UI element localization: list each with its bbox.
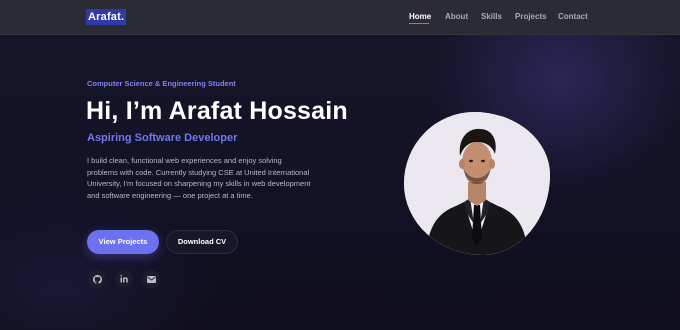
nav-item-about[interactable]: About	[445, 12, 468, 22]
hero-bio: I build clean, functional web experience…	[87, 156, 311, 200]
github-icon	[92, 274, 102, 284]
hero-eyebrow: Computer Science & Engineering Student	[87, 79, 236, 88]
download-cv-button[interactable]: Download CV	[166, 230, 238, 254]
nav-item-skills[interactable]: Skills	[481, 12, 502, 22]
hero-headline: Hi, I’m Arafat Hossain	[86, 97, 348, 125]
nav-active-indicator	[409, 23, 429, 24]
email-icon	[146, 275, 156, 283]
nav-item-home[interactable]: Home	[409, 12, 431, 22]
top-navbar: Arafat. Home About Skills Projects Conta…	[0, 0, 680, 35]
linkedin-link[interactable]	[115, 270, 133, 288]
nav-item-projects[interactable]: Projects	[515, 12, 547, 22]
view-projects-button[interactable]: View Projects	[87, 230, 159, 254]
email-link[interactable]	[142, 270, 160, 288]
github-link[interactable]	[88, 270, 106, 288]
linkedin-icon	[120, 275, 128, 283]
portrait-illustration	[404, 112, 550, 255]
nav-links: Home About Skills Projects Contact	[0, 12, 680, 26]
hero-subtitle: Aspiring Software Developer	[87, 132, 238, 144]
nav-item-contact[interactable]: Contact	[558, 12, 588, 22]
profile-photo	[404, 112, 550, 255]
